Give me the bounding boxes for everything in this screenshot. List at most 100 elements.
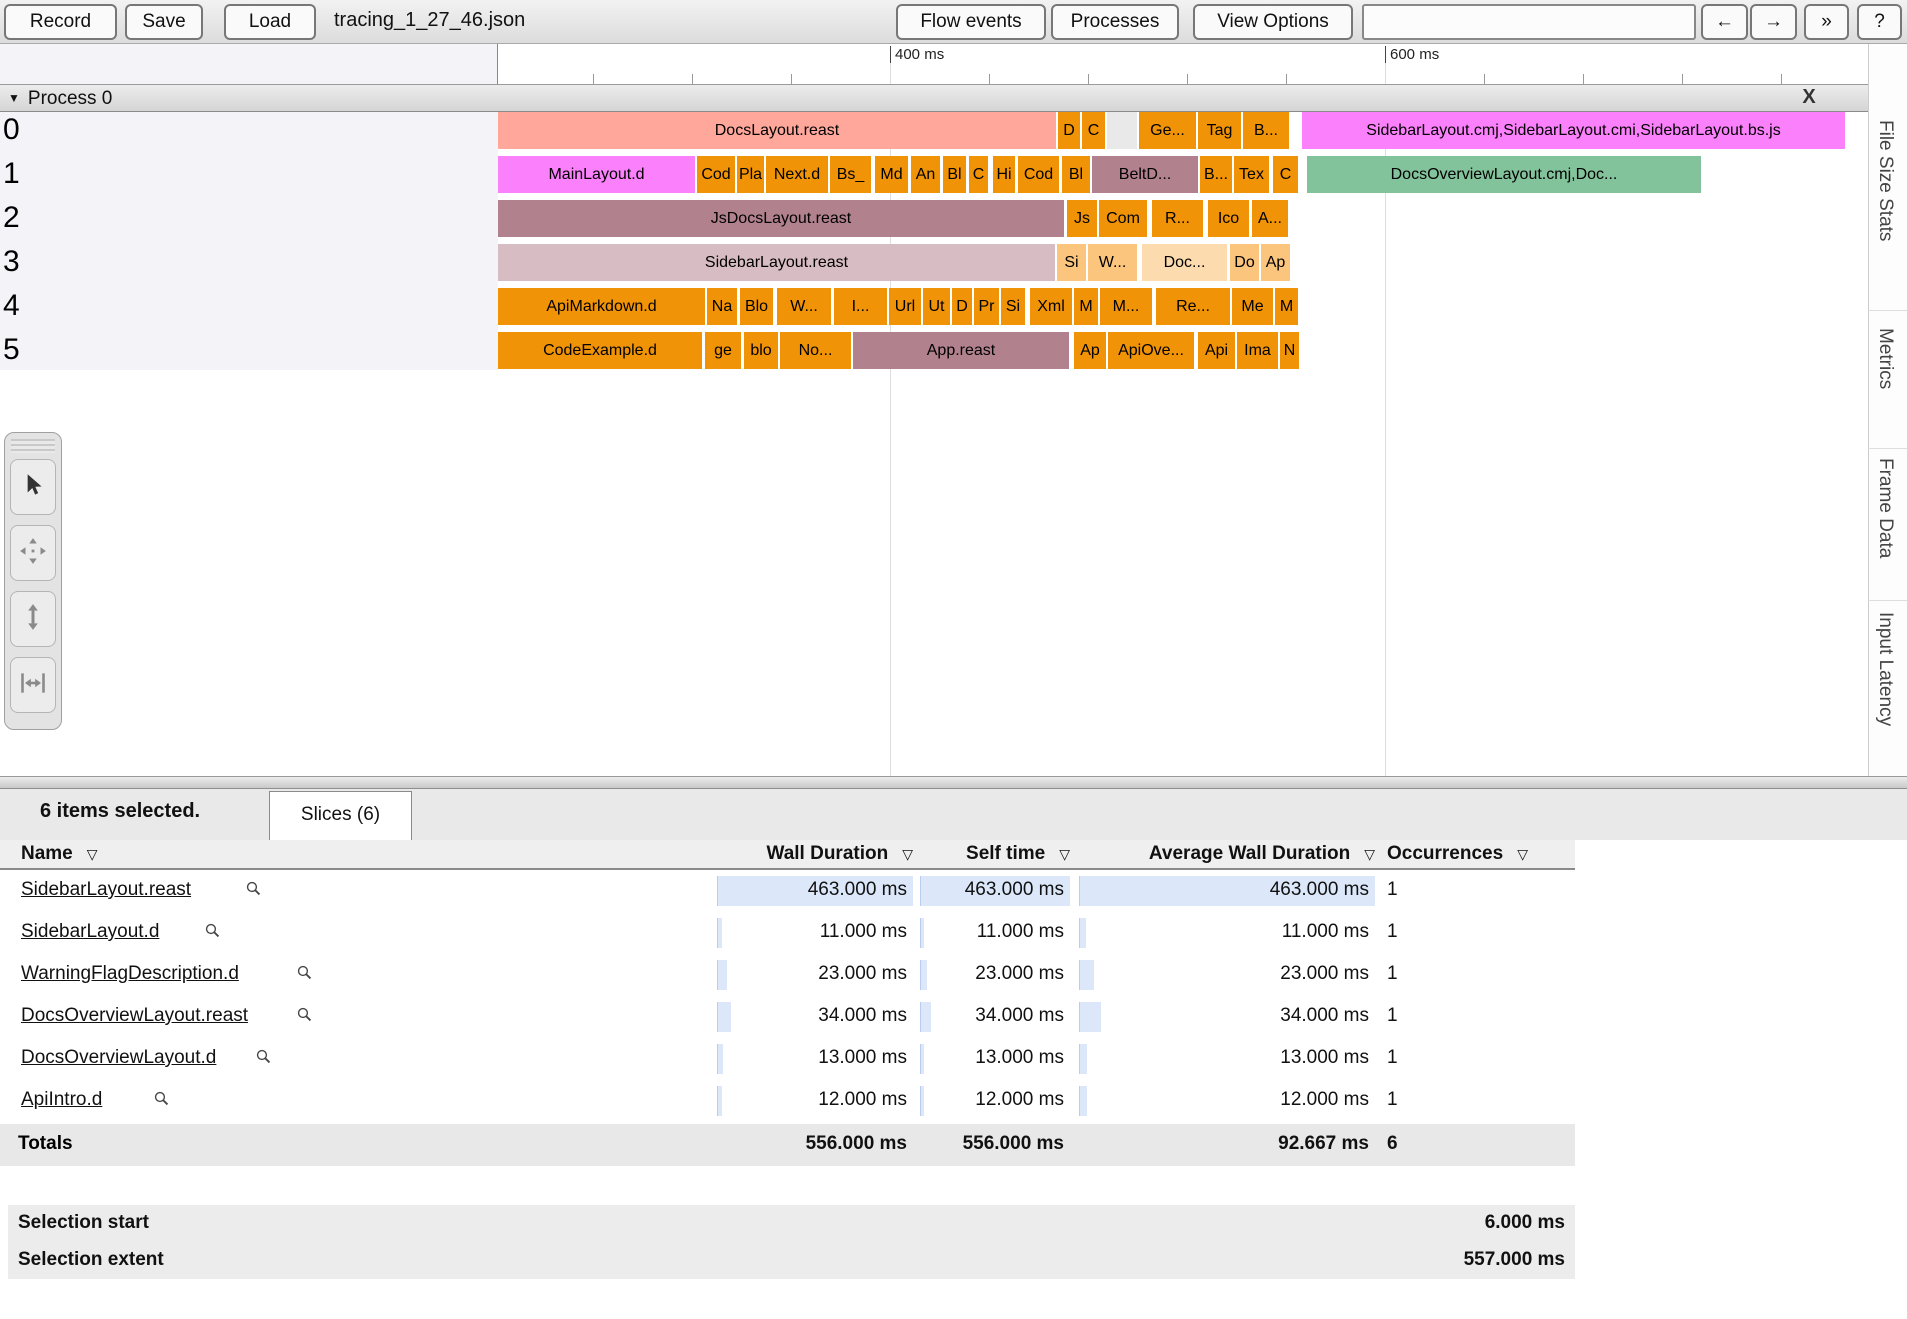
timeline-slice[interactable]: CodeExample.d — [498, 332, 702, 369]
load-button[interactable]: Load — [224, 4, 316, 40]
timeline-slice[interactable]: Si — [1001, 288, 1025, 325]
process-title[interactable]: ▼Process 0 — [8, 88, 112, 110]
record-button[interactable]: Record — [4, 4, 117, 40]
sort-arrow-icon[interactable]: ▽ — [902, 840, 913, 868]
magnifier-icon[interactable] — [204, 922, 221, 944]
timeline-slice[interactable]: R... — [1152, 200, 1203, 237]
column-header-avg[interactable]: Average Wall Duration▽ — [1079, 840, 1375, 868]
timeline-slice[interactable]: M — [1074, 288, 1098, 325]
processes-button[interactable]: Processes — [1051, 4, 1179, 40]
timeline-slice[interactable]: Ima — [1237, 332, 1278, 369]
timeline-slice[interactable]: A... — [1252, 200, 1288, 237]
timeline-slice[interactable]: BeltD... — [1092, 156, 1198, 193]
timeline-slice[interactable]: N — [1280, 332, 1299, 369]
timeline-slice[interactable]: Re... — [1156, 288, 1230, 325]
timeline-slice[interactable]: DocsOverviewLayout.cmj,Doc... — [1307, 156, 1701, 193]
timeline-slice[interactable]: C — [1082, 112, 1105, 149]
timeline-slice[interactable]: SidebarLayout.cmj,SidebarLayout.cmi,Side… — [1302, 112, 1845, 149]
timeline-slice[interactable]: C — [1273, 156, 1298, 193]
timeline-slice[interactable]: D — [952, 288, 972, 325]
slice-name-link[interactable]: DocsOverviewLayout.reast — [21, 1005, 248, 1027]
timeline-slice[interactable]: Bl — [943, 156, 966, 193]
timeline-slice[interactable]: DocsLayout.reast — [498, 112, 1056, 149]
side-tab-input-latency[interactable]: Input Latency — [1874, 612, 1896, 726]
timeline-slice[interactable]: An — [911, 156, 940, 193]
side-tab-frame-data[interactable]: Frame Data — [1874, 458, 1896, 558]
timeline-slice[interactable]: ge — [705, 332, 741, 369]
slice-name-link[interactable]: WarningFlagDescription.d — [21, 963, 239, 985]
column-header-wall[interactable]: Wall Duration▽ — [717, 840, 913, 868]
timeline-slice[interactable]: ApiMarkdown.d — [498, 288, 705, 325]
timeline-slice[interactable]: Cod — [697, 156, 735, 193]
magnifier-icon[interactable] — [255, 1048, 272, 1070]
panel-splitter[interactable] — [0, 776, 1907, 789]
magnifier-icon[interactable] — [153, 1090, 170, 1112]
timeline-slice[interactable]: SidebarLayout.reast — [498, 244, 1055, 281]
timeline-slice[interactable] — [1107, 112, 1137, 149]
timeline-slice[interactable]: Do — [1230, 244, 1259, 281]
collapse-arrow-icon[interactable]: ▼ — [8, 91, 20, 105]
find-previous-button[interactable]: ← — [1701, 4, 1748, 40]
timeline-slice[interactable]: Ap — [1261, 244, 1290, 281]
timeline-slice[interactable]: Js — [1067, 200, 1097, 237]
select-tool-button[interactable] — [10, 459, 56, 515]
timeline-slice[interactable]: Ge... — [1139, 112, 1196, 149]
timeline-slice[interactable]: Cod — [1018, 156, 1059, 193]
timeline-slice[interactable]: C — [969, 156, 988, 193]
sort-arrow-icon[interactable]: ▽ — [1059, 840, 1070, 868]
slice-name-link[interactable]: SidebarLayout.reast — [21, 879, 191, 901]
tab-slices[interactable]: Slices (6) — [269, 791, 412, 840]
timeline-slice[interactable]: M... — [1100, 288, 1152, 325]
search-input[interactable] — [1362, 4, 1696, 40]
timeline-slice[interactable]: B... — [1200, 156, 1232, 193]
timeline-slice[interactable]: Si — [1057, 244, 1086, 281]
timeline-slice[interactable]: Ap — [1074, 332, 1106, 369]
timeline-slice[interactable]: Bs_ — [830, 156, 871, 193]
timeline-slice[interactable]: Tex — [1234, 156, 1269, 193]
side-tab-metrics[interactable]: Metrics — [1874, 328, 1896, 389]
timeline-slice[interactable]: Url — [889, 288, 921, 325]
slice-name-link[interactable]: SidebarLayout.d — [21, 921, 159, 943]
more-options-button[interactable]: » — [1804, 4, 1849, 40]
column-header-occ[interactable]: Occurrences▽ — [1387, 840, 1573, 868]
sort-arrow-icon[interactable]: ▽ — [87, 840, 98, 868]
magnifier-icon[interactable] — [296, 1006, 313, 1028]
timeline-slice[interactable]: Pr — [974, 288, 999, 325]
timeline-slice[interactable]: App.reast — [853, 332, 1069, 369]
sort-arrow-icon[interactable]: ▽ — [1364, 840, 1375, 868]
timeline-slice[interactable]: Me — [1232, 288, 1273, 325]
timeline-slice[interactable]: Tag — [1198, 112, 1241, 149]
timeline-slice[interactable]: Api — [1198, 332, 1235, 369]
timeline-slice[interactable]: I... — [834, 288, 887, 325]
timeline-slice[interactable]: B... — [1243, 112, 1289, 149]
close-process-button[interactable]: X — [1796, 86, 1822, 109]
help-button[interactable]: ? — [1857, 4, 1902, 40]
palette-drag-grip[interactable] — [11, 439, 55, 453]
zoom-tool-button[interactable] — [10, 591, 56, 647]
find-next-button[interactable]: → — [1750, 4, 1797, 40]
pan-tool-button[interactable] — [10, 525, 56, 581]
timeline-slice[interactable]: Md — [875, 156, 908, 193]
timeline-slice[interactable]: blo — [744, 332, 778, 369]
view-options-button[interactable]: View Options — [1193, 4, 1353, 40]
timeline-slice[interactable]: Ico — [1208, 200, 1249, 237]
timeline-slice[interactable]: Com — [1099, 200, 1147, 237]
timeline-slice[interactable]: Pla — [737, 156, 764, 193]
timeline-slice[interactable]: Hi — [993, 156, 1015, 193]
timeline-slice[interactable]: Xml — [1030, 288, 1072, 325]
side-tab-file-size-stats[interactable]: File Size Stats — [1874, 120, 1896, 241]
timeline-slice[interactable]: Na — [707, 288, 737, 325]
timeline-slice[interactable]: Bl — [1062, 156, 1090, 193]
timeline-slice[interactable]: Blo — [740, 288, 773, 325]
slice-name-link[interactable]: ApiIntro.d — [21, 1089, 102, 1111]
save-button[interactable]: Save — [125, 4, 203, 40]
timeline-slice[interactable]: M — [1275, 288, 1298, 325]
process-header[interactable]: ▼Process 0 X — [0, 84, 1868, 112]
timeline-slice[interactable]: W... — [1088, 244, 1137, 281]
timeline-slice[interactable]: MainLayout.d — [498, 156, 695, 193]
timeline-slice[interactable]: JsDocsLayout.reast — [498, 200, 1064, 237]
flow-events-button[interactable]: Flow events — [896, 4, 1046, 40]
sort-arrow-icon[interactable]: ▽ — [1517, 840, 1528, 868]
timeline-slice[interactable]: Ut — [923, 288, 950, 325]
timeline-slice[interactable]: D — [1058, 112, 1080, 149]
